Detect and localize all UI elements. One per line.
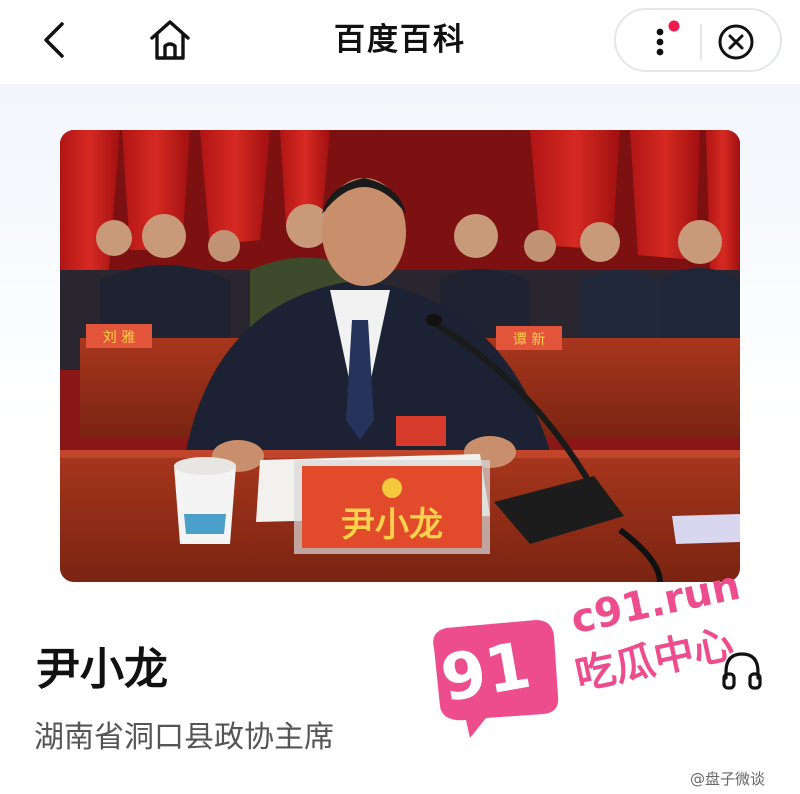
entry-name: 尹小龙: [36, 644, 168, 695]
mini-program-capsule: [614, 8, 782, 72]
more-vertical-icon: [656, 20, 680, 56]
nameplate: 尹小龙: [294, 460, 490, 554]
back-button[interactable]: [34, 18, 78, 62]
nameplate-text: 尹小龙: [341, 505, 443, 545]
close-circle-icon: [718, 24, 754, 60]
background-nameplate-text: 谭 新: [513, 332, 545, 348]
entry-photo[interactable]: 刘 雅 谭 新 尹小龙: [60, 130, 740, 582]
background-nameplate-text: 刘 雅: [103, 330, 135, 346]
entry-subtitle: 湖南省洞口县政协主席: [34, 720, 334, 755]
chevron-left-icon: [44, 22, 64, 58]
weibo-credit: @盘子微谈: [690, 770, 766, 788]
top-navigation-bar: 百度百科: [0, 0, 800, 84]
page-title: 百度百科: [334, 22, 466, 58]
tea-cup: [174, 457, 236, 544]
home-icon: [150, 20, 190, 60]
notification-dot: [668, 20, 680, 32]
close-button[interactable]: [716, 22, 756, 62]
home-button[interactable]: [146, 16, 194, 64]
capsule-divider: [700, 24, 702, 60]
more-button[interactable]: [646, 20, 686, 64]
watermark-badge: 91: [426, 620, 564, 738]
